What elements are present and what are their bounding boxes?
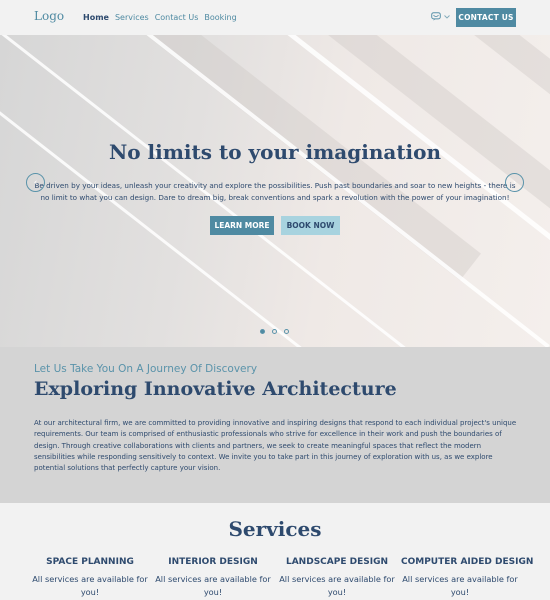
carousel-dot-3[interactable] [284,329,289,334]
service-card: INTERIOR DESIGN All services are availab… [154,557,272,598]
carousel-dot-2[interactable] [272,329,277,334]
hero-carousel: No limits to your imagination Be driven … [0,35,550,347]
hero-background-shape [0,80,370,347]
nav-link-contact-us[interactable]: Contact Us [155,13,199,22]
top-nav: Logo Home Services Contact Us Booking CO… [0,0,550,35]
logo[interactable]: Logo [34,9,64,23]
hero-buttons: LEARN MORE BOOK NOW [210,216,340,235]
about-title: Exploring Innovative Architecture [34,378,397,400]
nav-link-home[interactable]: Home [83,13,109,22]
nav-link-services[interactable]: Services [115,13,149,22]
hero-title: No limits to your imagination [108,140,442,164]
service-description: All services are available for you! [32,574,148,597]
service-name: COMPUTER AIDED DESIGN [401,557,534,567]
service-name: SPACE PLANNING [46,557,134,567]
service-card: SPACE PLANNING All services are availabl… [31,557,149,598]
book-now-button[interactable]: BOOK NOW [281,216,340,235]
nav-links: Home Services Contact Us Booking [83,13,237,22]
learn-more-button[interactable]: LEARN MORE [210,216,274,235]
about-text: At our architectural firm, we are commit… [34,419,517,473]
service-name: INTERIOR DESIGN [168,557,258,567]
service-description: All services are available for you! [155,574,271,597]
hero-text: Be driven by your ideas, unleash your cr… [34,181,516,202]
globe-chat-icon [431,12,441,21]
nav-link-booking[interactable]: Booking [204,13,236,22]
about-section: Let Us Take You On A Journey Of Discover… [0,347,550,503]
service-card: COMPUTER AIDED DESIGN All services are a… [401,557,534,598]
chevron-left-icon: ‹ [33,177,38,188]
carousel-next-button[interactable]: › [505,173,524,192]
contact-us-button[interactable]: CONTACT US [456,8,516,27]
carousel-indicators [260,329,289,334]
chevron-down-icon [444,14,450,19]
about-subtitle: Let Us Take You On A Journey Of Discover… [34,363,258,375]
service-card: LANDSCAPE DESIGN All services are availa… [278,557,396,598]
services-title: Services [228,517,322,541]
carousel-prev-button[interactable]: ‹ [26,173,45,192]
language-selector[interactable] [431,12,450,21]
service-description: All services are available for you! [279,574,395,597]
services-section: Services SPACE PLANNING All services are… [0,503,550,600]
carousel-dot-1[interactable] [260,329,265,334]
service-name: LANDSCAPE DESIGN [285,557,388,567]
service-description: All services are available for you! [402,574,518,597]
chevron-right-icon: › [512,177,517,188]
